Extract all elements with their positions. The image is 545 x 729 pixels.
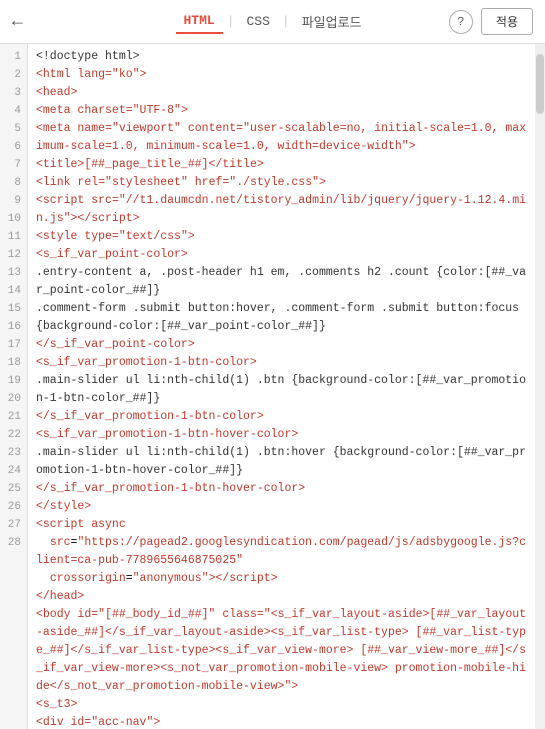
code-line: <s_t3> <box>36 696 527 714</box>
editor-area: 1234567891011121314151617181920212223242… <box>0 44 545 729</box>
line-number: 24 <box>8 462 21 480</box>
line-number: 23 <box>8 444 21 462</box>
line-number: 27 <box>8 516 21 534</box>
line-number: 11 <box>8 228 21 246</box>
code-line: <style type="text/css"> <box>36 228 527 246</box>
code-line: <title>[##_page_title_##]</title> <box>36 156 527 174</box>
line-number: 8 <box>14 174 21 192</box>
line-number: 14 <box>8 282 21 300</box>
header-tabs: HTML | CSS | 파일업로드 <box>175 8 369 35</box>
code-line: .entry-content a, .post-header h1 em, .c… <box>36 264 527 300</box>
line-numbers: 1234567891011121314151617181920212223242… <box>0 44 28 729</box>
line-number: 15 <box>8 300 21 318</box>
code-line: <meta name="viewport" content="user-scal… <box>36 120 527 156</box>
header-right: ? 적용 <box>449 8 533 35</box>
code-line: <!doctype html> <box>36 48 527 66</box>
line-number: 18 <box>8 354 21 372</box>
code-line: <meta charset="UTF-8"> <box>36 102 527 120</box>
code-line: </s_if_var_promotion-1-btn-hover-color> <box>36 480 527 498</box>
back-button[interactable]: ← <box>12 12 23 32</box>
line-number: 21 <box>8 408 21 426</box>
code-line: .main-slider ul li:nth-child(1) .btn:hov… <box>36 444 527 480</box>
line-number: 3 <box>14 84 21 102</box>
code-line: <html lang="ko"> <box>36 66 527 84</box>
code-line: <s_if_var_point-color> <box>36 246 527 264</box>
line-number: 6 <box>14 138 21 156</box>
line-number: 20 <box>8 390 21 408</box>
line-number: 7 <box>14 156 21 174</box>
code-line: crossorigin="anonymous"></script> <box>36 570 527 588</box>
line-number: 1 <box>14 48 21 66</box>
line-number: 26 <box>8 498 21 516</box>
code-line: src="https://pagead2.googlesyndication.c… <box>36 534 527 570</box>
code-line: <script src="//t1.daumcdn.net/tistory_ad… <box>36 192 527 228</box>
code-line: <div id="acc-nav"> <box>36 714 527 729</box>
code-line: <script async <box>36 516 527 534</box>
code-line: <body id="[##_body_id_##]" class="<s_if_… <box>36 606 527 696</box>
code-line: <link rel="stylesheet" href="./style.css… <box>36 174 527 192</box>
line-number: 4 <box>14 102 21 120</box>
code-line: </style> <box>36 498 527 516</box>
line-number: 28 <box>8 534 21 552</box>
code-line: {background-color:[##_var_point-color_##… <box>36 318 527 336</box>
scrollbar[interactable] <box>535 44 545 729</box>
app-container: ← HTML | CSS | 파일업로드 ? 적용 12345678910111… <box>0 0 545 729</box>
line-number: 12 <box>8 246 21 264</box>
code-line: </s_if_var_point-color> <box>36 336 527 354</box>
line-number: 17 <box>8 336 21 354</box>
code-line: <head> <box>36 84 527 102</box>
line-number: 19 <box>8 372 21 390</box>
tab-css[interactable]: CSS <box>239 10 278 33</box>
tab-separator-2: | <box>282 14 290 29</box>
code-line: </s_if_var_promotion-1-btn-color> <box>36 408 527 426</box>
code-line: .comment-form .submit button:hover, .com… <box>36 300 527 318</box>
line-number: 25 <box>8 480 21 498</box>
code-line: <s_if_var_promotion-1-btn-hover-color> <box>36 426 527 444</box>
apply-button[interactable]: 적용 <box>481 8 533 35</box>
line-number: 22 <box>8 426 21 444</box>
line-number: 10 <box>8 210 21 228</box>
line-number: 13 <box>8 264 21 282</box>
tab-fileupload[interactable]: 파일업로드 <box>294 8 370 35</box>
tab-separator-1: | <box>227 14 235 29</box>
help-button[interactable]: ? <box>449 10 473 34</box>
scrollbar-thumb[interactable] <box>536 54 544 114</box>
line-number: 9 <box>14 192 21 210</box>
code-line: .main-slider ul li:nth-child(1) .btn {ba… <box>36 372 527 408</box>
line-number: 2 <box>14 66 21 84</box>
line-number: 16 <box>8 318 21 336</box>
header-left: ← <box>12 12 31 32</box>
code-line: </head> <box>36 588 527 606</box>
tab-html[interactable]: HTML <box>175 9 222 34</box>
code-content[interactable]: <!doctype html><html lang="ko"><head><me… <box>28 44 535 729</box>
header: ← HTML | CSS | 파일업로드 ? 적용 <box>0 0 545 44</box>
code-line: <s_if_var_promotion-1-btn-color> <box>36 354 527 372</box>
line-number: 5 <box>14 120 21 138</box>
